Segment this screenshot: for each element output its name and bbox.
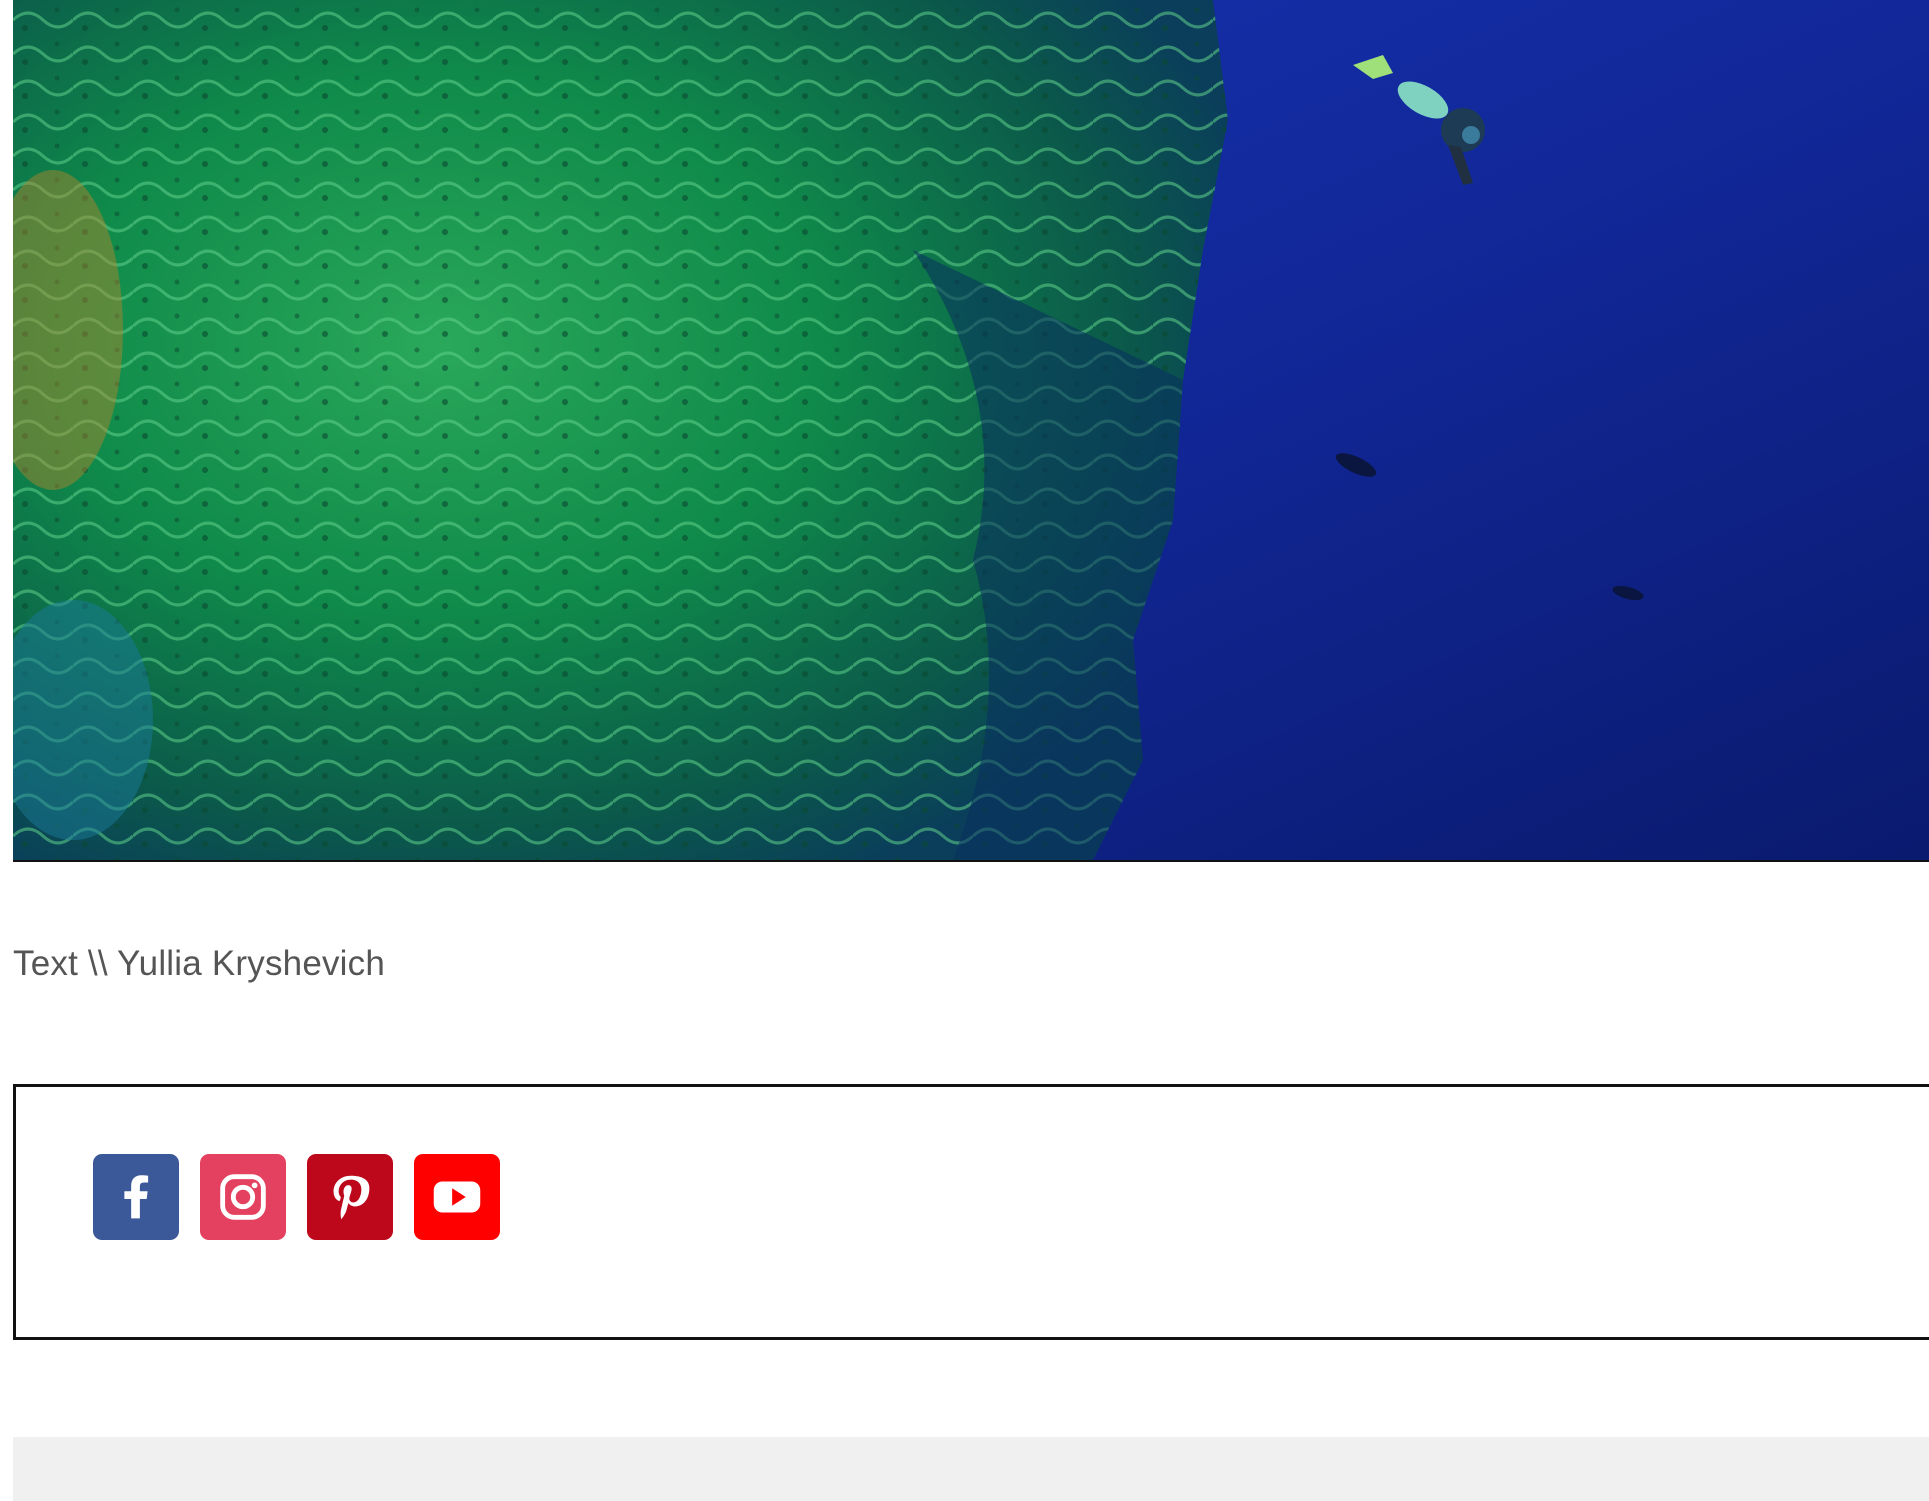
pinterest-button[interactable] xyxy=(307,1154,393,1240)
youtube-button[interactable] xyxy=(414,1154,500,1240)
youtube-icon xyxy=(433,1181,481,1213)
footer-band xyxy=(13,1437,1929,1501)
pinterest-icon xyxy=(333,1175,370,1219)
author-credit: Text \\ Yullia Kryshevich xyxy=(13,944,386,983)
instagram-button[interactable] xyxy=(200,1154,286,1240)
instagram-icon xyxy=(220,1174,266,1220)
facebook-button[interactable] xyxy=(93,1154,179,1240)
social-share-box xyxy=(13,1084,1929,1340)
facebook-icon xyxy=(124,1175,149,1219)
social-icons-row xyxy=(93,1154,500,1240)
hero-image xyxy=(13,0,1929,862)
